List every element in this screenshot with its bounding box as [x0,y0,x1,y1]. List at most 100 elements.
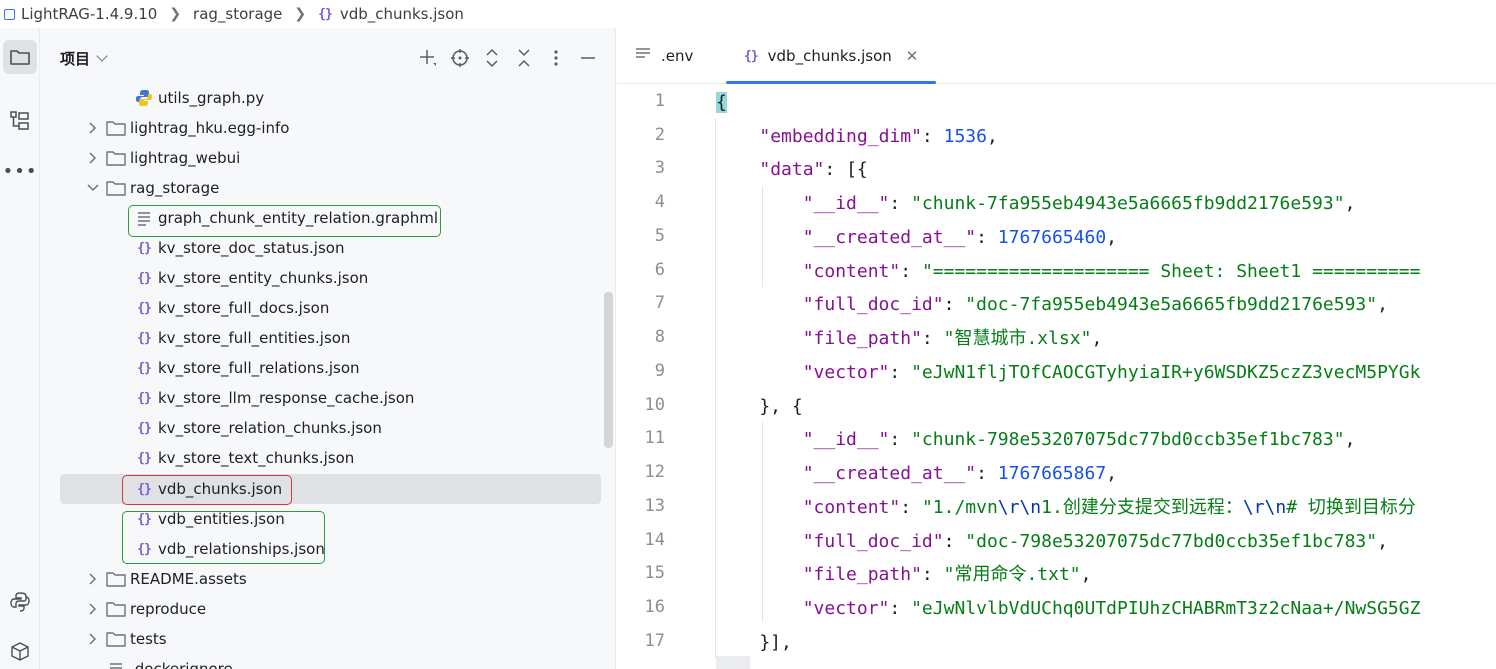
tree-item-label: vdb_entities.json [158,510,285,528]
project-tool-button[interactable] [3,40,37,74]
json-file-icon: {} [137,450,152,466]
tree-item-kv-store-relation-chunks[interactable]: {} kv_store_relation_chunks.json [134,414,382,442]
python-console-button[interactable] [3,585,37,619]
tab-label: .env [661,47,694,65]
chevron-right-icon[interactable] [84,152,102,164]
tree-item-kv-store-doc-status[interactable]: {} kv_store_doc_status.json [134,234,344,262]
json-file-icon: {} [137,240,152,256]
tree-item-label: kv_store_text_chunks.json [158,449,355,467]
folder-icon [10,50,30,65]
tree-item-readme-assets[interactable]: README.assets [84,565,247,593]
line-number: 7 [654,293,665,313]
tree-item-vdb-entities[interactable]: {} vdb_entities.json [134,505,285,533]
editor-tabs: .env {} vdb_chunks.json ✕ [617,28,1496,84]
code-line-15: "file_path": "常用命令.txt", [802,564,1092,585]
code-line-10: }, { [716,396,803,417]
crosshair-icon [451,49,469,67]
expand-icon [486,48,498,68]
tree-item-kv-store-llm-response-cache[interactable]: {} kv_store_llm_response_cache.json [134,384,414,412]
tree-item-label: README.assets [130,570,247,588]
hide-panel-button[interactable] [572,44,604,72]
line-number: 15 [644,563,665,583]
tree-item-dockerignore[interactable]: .dockerignore [106,655,233,669]
tree-item-vdb-chunks[interactable]: {} vdb_chunks.json [134,475,282,503]
tree-item-label: rag_storage [130,179,220,197]
json-file-icon: {} [137,481,152,497]
tree-item-lightrag-webui[interactable]: lightrag_webui [84,144,240,172]
project-panel-header: 项目 [40,28,615,88]
breadcrumb: LightRAG-1.4.9.10 ❯ rag_storage ❯ {} vdb… [0,0,1496,28]
chevron-down-icon[interactable] [84,183,102,193]
tree-item-label: vdb_relationships.json [158,540,325,558]
chevron-down-icon [96,50,108,62]
options-button[interactable] [540,44,572,72]
text-file-icon [134,210,154,226]
text-file-icon [635,47,651,65]
tool-window-bar: ••• [0,28,40,669]
tree-item-label: reproduce [130,600,207,618]
json-file-icon: {} [137,511,152,527]
close-icon[interactable]: ✕ [906,47,919,65]
line-number: 17 [644,631,665,651]
project-tree-scrollbar[interactable] [604,292,613,448]
tree-item-kv-store-full-docs[interactable]: {} kv_store_full_docs.json [134,294,329,322]
line-number: 13 [644,496,665,516]
locate-file-button[interactable] [444,44,476,72]
json-file-icon: {} [137,420,152,436]
collapse-icon [518,49,530,67]
tree-item-vdb-relationships[interactable]: {} vdb_relationships.json [134,535,325,563]
code-line-4: "__id__": "chunk-7fa955eb4943e5a6665fb9d… [802,193,1356,214]
project-panel-title: 项目 [60,49,91,68]
tab-label: vdb_chunks.json [767,47,892,65]
tree-item-reproduce[interactable]: reproduce [84,595,206,623]
chevron-right-icon[interactable] [84,573,102,585]
structure-tool-button[interactable] [3,104,37,138]
breadcrumb-project[interactable]: LightRAG-1.4.9.10 [0,5,157,23]
tree-item-label: kv_store_full_relations.json [158,359,360,377]
breadcrumb-folder[interactable]: rag_storage [193,5,282,23]
folder-open-icon [106,180,126,196]
tree-item-label: .dockerignore [130,660,233,669]
folder-icon [106,631,126,647]
python-packages-button[interactable] [3,635,37,669]
json-file-icon: {} [137,270,152,286]
tree-item-label: utils_graph.py [158,89,265,107]
expand-all-button[interactable] [476,44,508,72]
json-file-icon: {} [744,48,759,64]
code-line-8: "file_path": "智慧城市.xlsx", [802,328,1103,349]
python-file-icon [134,89,154,107]
breadcrumb-file[interactable]: {} vdb_chunks.json [318,5,464,23]
folder-icon [106,601,126,617]
new-file-button[interactable] [412,44,444,72]
line-number: 4 [654,192,665,212]
chevron-right-icon[interactable] [84,603,102,615]
tree-item-tests[interactable]: tests [84,625,167,653]
python-icon [10,592,30,612]
chevron-right-icon[interactable] [84,122,102,134]
json-file-icon: {} [137,330,152,346]
line-number: 2 [654,125,665,145]
chevron-right-icon: ❯ [169,6,182,22]
tree-item-kv-store-full-entities[interactable]: {} kv_store_full_entities.json [134,324,350,352]
tree-item-label: kv_store_entity_chunks.json [158,269,369,287]
code-line-11: "__id__": "chunk-798e53207075dc77bd0ccb3… [802,429,1356,450]
json-file-icon: {} [318,6,333,22]
project-view-selector[interactable]: 项目 [60,48,108,69]
more-tools-button[interactable]: ••• [3,154,37,188]
tab-env[interactable]: .env [635,28,693,84]
tree-item-kv-store-entity-chunks[interactable]: {} kv_store_entity_chunks.json [134,264,368,292]
more-icon: ••• [2,160,38,182]
folder-icon [106,120,126,136]
tree-item-kv-store-full-relations[interactable]: {} kv_store_full_relations.json [134,354,360,382]
tab-vdb-chunks[interactable]: {} vdb_chunks.json ✕ [725,28,937,84]
collapse-all-button[interactable] [508,44,540,72]
tree-item-kv-store-text-chunks[interactable]: {} kv_store_text_chunks.json [134,444,354,472]
tree-item-rag-storage[interactable]: rag_storage [84,174,219,202]
structure-icon [10,111,29,130]
tree-item-lightrag-hku-egg-info[interactable]: lightrag_hku.egg-info [84,114,289,142]
tree-item-graph-chunk-entity-relation[interactable]: graph_chunk_entity_relation.graphml [134,204,438,232]
breadcrumb-file-label: vdb_chunks.json [339,5,464,23]
tree-item-utils-graph[interactable]: utils_graph.py [134,84,264,112]
chevron-right-icon[interactable] [84,633,102,645]
tree-item-label: kv_store_full_entities.json [158,329,351,347]
